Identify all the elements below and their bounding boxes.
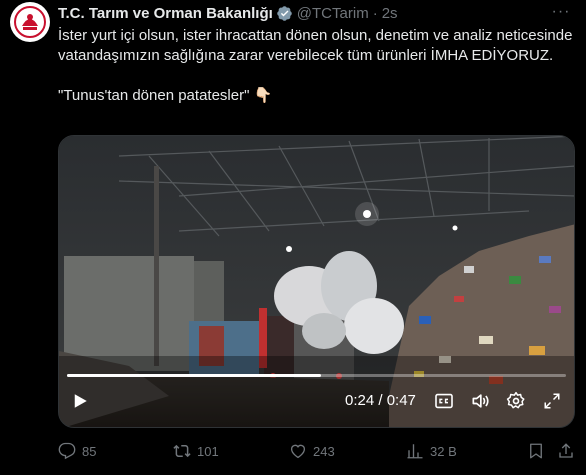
- share-button[interactable]: [557, 440, 581, 462]
- reply-icon: [58, 442, 76, 460]
- repost-count: 101: [197, 443, 219, 459]
- video-progress-bar[interactable]: [67, 374, 566, 377]
- video-progress-fill: [67, 374, 322, 377]
- like-button[interactable]: 243: [289, 440, 335, 462]
- share-icon: [559, 443, 573, 458]
- views-count: 32 B: [430, 443, 457, 459]
- views-icon: [407, 444, 423, 459]
- fullscreen-icon[interactable]: [541, 390, 563, 412]
- reply-count: 85: [82, 443, 97, 459]
- tweet-text-paragraph-1: İster yurt içi olsun, ister ihracattan d…: [58, 27, 573, 64]
- volume-icon[interactable]: [469, 390, 491, 412]
- tweet-text-paragraph-2: "Tunus'tan dönen patatesler" 👇🏻: [58, 87, 273, 104]
- author-handle[interactable]: @TCTarim: [297, 5, 369, 22]
- video-frame: [59, 136, 574, 427]
- like-count: 243: [313, 443, 335, 459]
- tweet-header: T.C. Tarım ve Orman Bakanlığı @TCTarim ·…: [58, 4, 398, 22]
- tweet-actions: 85 101 243 32 B: [58, 440, 575, 462]
- reply-button[interactable]: 85: [58, 440, 96, 462]
- video-player[interactable]: 0:24 / 0:47: [58, 135, 575, 428]
- settings-gear-icon[interactable]: [505, 390, 527, 412]
- author-name[interactable]: T.C. Tarım ve Orman Bakanlığı: [58, 5, 273, 22]
- repost-button[interactable]: 101: [173, 440, 219, 462]
- avatar[interactable]: [10, 2, 50, 42]
- views-button[interactable]: 32 B: [406, 440, 457, 462]
- more-options-icon[interactable]: ···: [550, 2, 572, 22]
- separator-dot: ·: [372, 4, 378, 22]
- video-time-display: 0:24 / 0:47: [345, 392, 416, 409]
- timestamp[interactable]: 2s: [382, 5, 398, 22]
- repost-icon: [173, 444, 191, 458]
- like-icon: [290, 444, 306, 459]
- play-icon[interactable]: [69, 390, 91, 412]
- bookmark-button[interactable]: [527, 440, 551, 462]
- bookmark-icon: [530, 443, 542, 459]
- captions-icon[interactable]: [433, 390, 455, 412]
- video-controls: 0:24 / 0:47: [59, 386, 574, 416]
- verified-badge-icon: [276, 5, 293, 22]
- ministry-logo: [11, 3, 49, 41]
- tweet-text: İster yurt içi olsun, ister ihracattan d…: [58, 26, 573, 106]
